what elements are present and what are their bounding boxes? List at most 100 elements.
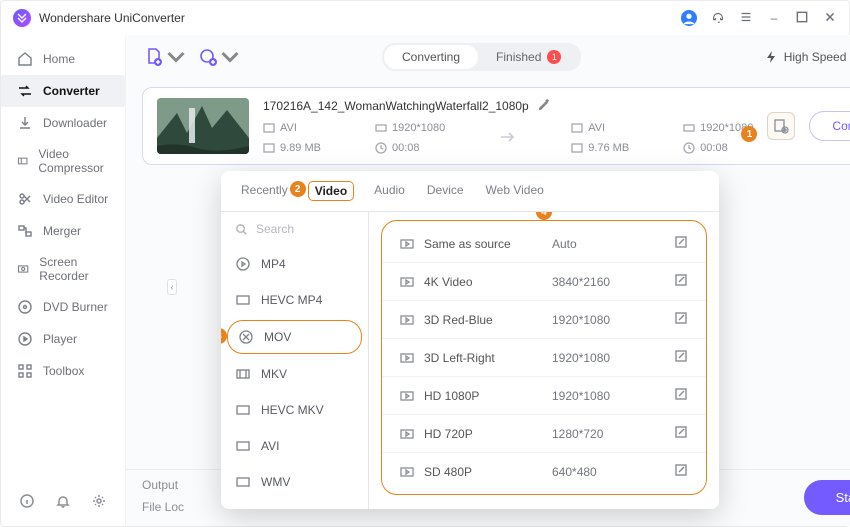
- output-settings-button[interactable]: [767, 112, 795, 140]
- tab-webvideo[interactable]: Web Video: [484, 181, 546, 201]
- play-icon: [400, 237, 414, 251]
- resolution-label: SD 480P: [424, 465, 542, 479]
- menu-icon[interactable]: [739, 10, 753, 27]
- segment-label: Converting: [402, 50, 460, 64]
- output-label: Output: [142, 478, 178, 492]
- search-placeholder: Search: [256, 222, 294, 236]
- tab-device[interactable]: Device: [425, 181, 466, 201]
- play-icon: [400, 427, 414, 441]
- resolution-row[interactable]: HD 720P 1280*720: [382, 414, 706, 452]
- tab-video[interactable]: Video: [308, 181, 354, 201]
- add-file-button[interactable]: [144, 46, 186, 68]
- play-icon: [400, 465, 414, 479]
- segment-finished[interactable]: Finished 1: [478, 45, 579, 69]
- sidebar-item-downloader[interactable]: Downloader: [1, 107, 125, 139]
- maximize-button[interactable]: [795, 10, 809, 27]
- resolution-row[interactable]: SD 480P 640*480: [382, 452, 706, 490]
- finished-count-badge: 1: [547, 50, 561, 64]
- resolution-row[interactable]: 3D Red-Blue 1920*1080: [382, 300, 706, 338]
- add-url-button[interactable]: [198, 46, 240, 68]
- segment-label: Finished: [496, 50, 541, 64]
- sidebar-item-label: DVD Burner: [43, 300, 108, 314]
- dst-size: 9.76 MB: [588, 142, 629, 154]
- app-title: Wondershare UniConverter: [39, 11, 185, 25]
- rename-icon[interactable]: [537, 98, 550, 114]
- format-mov[interactable]: MOV: [227, 320, 362, 354]
- start-all-button[interactable]: Start All: [804, 480, 850, 515]
- format-label: MP4: [261, 257, 286, 271]
- file-name-label: 170216A_142_WomanWatchingWaterfall2_1080…: [263, 99, 529, 113]
- resolution-dim: 1920*1080: [552, 389, 642, 403]
- status-segmented: Converting Finished 1: [382, 43, 581, 71]
- tab-audio[interactable]: Audio: [372, 181, 407, 201]
- play-icon: [400, 313, 414, 327]
- format-hevc-mkv[interactable]: HEVC MKV: [221, 392, 368, 428]
- resolution-pane: 4 Same as source Auto 4K Video 3840*2160…: [369, 212, 719, 509]
- start-all-label: Start All: [836, 490, 850, 505]
- toolbar: Converting Finished 1 High Speed Conversi…: [126, 35, 850, 79]
- resolution-row[interactable]: 3D Left-Right 1920*1080: [382, 338, 706, 376]
- segment-converting[interactable]: Converting: [384, 45, 478, 69]
- sidebar-item-converter[interactable]: Converter: [1, 75, 125, 107]
- support-icon[interactable]: [711, 10, 725, 27]
- settings-icon[interactable]: [91, 493, 107, 512]
- edit-preset-icon[interactable]: [674, 235, 688, 252]
- edit-preset-icon[interactable]: [674, 425, 688, 442]
- info-icon[interactable]: [19, 493, 35, 512]
- titlebar: Wondershare UniConverter –: [1, 1, 849, 35]
- sidebar-item-merger[interactable]: Merger: [1, 215, 125, 247]
- format-hevc-mp4[interactable]: HEVC MP4: [221, 282, 368, 318]
- edit-preset-icon[interactable]: [674, 387, 688, 404]
- format-label: AVI: [261, 439, 279, 453]
- sidebar-item-label: Toolbox: [43, 364, 84, 378]
- edit-preset-icon[interactable]: [674, 463, 688, 480]
- popup-tabs: Recently 2 Video Audio Device Web Video: [221, 171, 719, 212]
- play-icon: [400, 389, 414, 403]
- format-mp4[interactable]: MP4: [221, 246, 368, 282]
- format-wmv[interactable]: WMV: [221, 464, 368, 500]
- sidebar-item-editor[interactable]: Video Editor: [1, 183, 125, 215]
- sidebar-item-compressor[interactable]: Video Compressor: [1, 139, 125, 183]
- app-logo: [13, 9, 31, 27]
- format-label: HEVC MP4: [261, 293, 322, 307]
- bell-icon[interactable]: [55, 493, 71, 512]
- convert-button[interactable]: Convert: [809, 111, 850, 141]
- edit-preset-icon[interactable]: [674, 311, 688, 328]
- resolution-label: 4K Video: [424, 275, 542, 289]
- sidebar-item-label: Home: [43, 52, 75, 66]
- resolution-dim: 1920*1080: [552, 351, 642, 365]
- sidebar-item-recorder[interactable]: Screen Recorder: [1, 247, 125, 291]
- sidebar-item-home[interactable]: Home: [1, 43, 125, 75]
- resolution-group: Same as source Auto 4K Video 3840*2160 3…: [381, 220, 707, 495]
- resolution-row[interactable]: Same as source Auto: [382, 225, 706, 262]
- format-mkv[interactable]: MKV: [221, 356, 368, 392]
- high-speed-toggle[interactable]: High Speed Conversion: [764, 50, 850, 64]
- file-location-label: File Loc: [142, 500, 184, 514]
- minimize-button[interactable]: –: [767, 11, 781, 25]
- resolution-label: HD 720P: [424, 427, 542, 441]
- annotation-2: 2: [290, 181, 306, 197]
- annotation-1: 1: [741, 126, 757, 142]
- resolution-label: 3D Red-Blue: [424, 313, 542, 327]
- sidebar: Home Converter Downloader Video Compress…: [1, 35, 126, 526]
- resolution-label: 3D Left-Right: [424, 351, 542, 365]
- resolution-row[interactable]: HD 1080P 1920*1080: [382, 376, 706, 414]
- format-search[interactable]: Search: [221, 212, 368, 246]
- video-thumbnail[interactable]: [157, 98, 249, 154]
- dst-dur: 00:08: [700, 142, 728, 154]
- edit-preset-icon[interactable]: [674, 349, 688, 366]
- resolution-row[interactable]: 4K Video 3840*2160: [382, 262, 706, 300]
- close-button[interactable]: [823, 10, 837, 27]
- high-speed-label: High Speed Conversion: [784, 50, 850, 64]
- sidebar-item-dvd[interactable]: DVD Burner: [1, 291, 125, 323]
- sidebar-item-toolbox[interactable]: Toolbox: [1, 355, 125, 387]
- sidebar-item-player[interactable]: Player: [1, 323, 125, 355]
- sidebar-item-label: Video Compressor: [38, 147, 109, 175]
- convert-label: Convert: [832, 119, 850, 133]
- edit-preset-icon[interactable]: [674, 273, 688, 290]
- play-icon: [400, 275, 414, 289]
- format-avi[interactable]: AVI: [221, 428, 368, 464]
- sidebar-collapse-handle[interactable]: ‹: [167, 279, 177, 295]
- tab-recently[interactable]: Recently: [239, 181, 290, 201]
- account-avatar-icon[interactable]: [681, 10, 697, 26]
